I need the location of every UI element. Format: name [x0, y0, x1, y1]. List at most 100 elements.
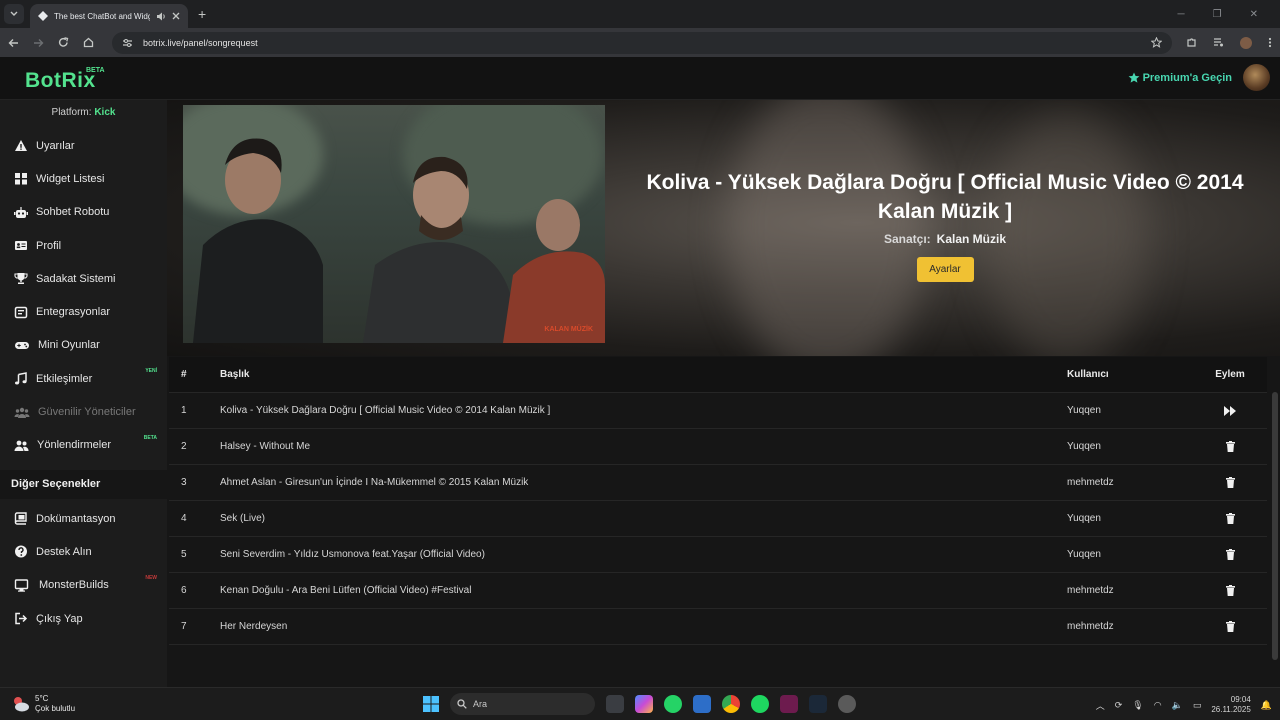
platform-label: Platform: [51, 107, 92, 118]
windows-start-icon[interactable] [423, 696, 439, 712]
artist-name: Kalan Müzik [936, 232, 1007, 246]
row-user: Yuqqen [1067, 441, 1101, 452]
weather-temp: 5°C [35, 694, 49, 703]
battery-icon[interactable]: ▭ [1193, 700, 1202, 711]
trash-icon[interactable] [1225, 513, 1235, 524]
forward-icon[interactable] [33, 38, 44, 48]
microphone-icon[interactable]: 🎙 [1132, 700, 1143, 711]
tab-search-button[interactable] [4, 4, 24, 24]
row-title: Seni Severdim - Yıldız Usmonova feat.Yaş… [220, 549, 485, 560]
app-icon[interactable] [780, 695, 798, 713]
sidebar-item-sohbet-robotu[interactable]: Sohbet Robotu [0, 196, 167, 229]
browser-tab[interactable]: The best ChatBot and Widg [30, 4, 188, 28]
taskbar-search[interactable]: Ara [450, 693, 595, 715]
task-view-icon[interactable] [606, 695, 624, 713]
bookmark-star-icon[interactable] [1151, 37, 1162, 48]
sidebar-item-label: MonsterBuilds [39, 579, 109, 592]
sidebar-item-label: Yönlendirmeler [37, 439, 111, 452]
weather-widget[interactable]: 5°C Çok bulutlu [12, 694, 75, 714]
restore-icon[interactable]: ❐ [1213, 9, 1222, 20]
user-avatar[interactable] [1243, 64, 1270, 91]
extensions-icon[interactable] [1186, 37, 1197, 48]
sidebar-item-destek-alin[interactable]: Destek Alın [0, 535, 167, 568]
artist-label: Sanatçı: [883, 232, 931, 246]
row-action [1193, 549, 1267, 560]
botrix-favicon-icon [38, 11, 48, 21]
now-playing-title: Koliva - Yüksek Dağlara Doğru [ Official… [646, 171, 1244, 223]
row-title: Koliva - Yüksek Dağlara Doğru [ Official… [220, 405, 551, 416]
trash-icon[interactable] [1225, 621, 1235, 632]
clock[interactable]: 09:04 26.11.2025 [1211, 695, 1250, 715]
kebab-menu-icon[interactable] [1268, 37, 1272, 48]
premium-link[interactable]: Premium'a Geçin [1128, 72, 1232, 84]
store-icon[interactable] [693, 695, 711, 713]
sidebar-item-sadakat-sistemi[interactable]: Sadakat Sistemi [0, 262, 167, 295]
sidebar-item-entegrasyonlar[interactable]: Entegrasyonlar [0, 295, 167, 328]
copilot-icon[interactable] [635, 695, 653, 713]
volume-icon[interactable]: 🔈 [1172, 700, 1183, 711]
table-row: 3 Ahmet Aslan - Giresun'un İçinde I Na-M… [169, 465, 1267, 501]
wifi-icon[interactable]: ◠ [1154, 700, 1162, 711]
row-number: 4 [181, 513, 187, 524]
row-user: mehmetdz [1067, 621, 1114, 632]
skip-icon[interactable] [1224, 405, 1236, 416]
sidebar-item-profil[interactable]: Profil [0, 229, 167, 262]
video-player[interactable]: KALAN MÜZİK [183, 105, 605, 343]
sidebar-item-guvenilir-yoneticiler: Güvenilir Yöneticiler [0, 395, 167, 428]
settings-button[interactable]: Ayarlar [916, 257, 974, 282]
sync-icon[interactable]: ⟳ [1115, 700, 1123, 711]
new-tab-button[interactable]: + [198, 6, 206, 22]
app-icon[interactable] [838, 695, 856, 713]
song-queue-table: # Başlık Kullanıcı Eylem 1 Koliva - Yüks… [169, 357, 1267, 645]
close-tab-icon[interactable] [172, 12, 180, 20]
sidebar-item-label: Uyarılar [36, 139, 75, 152]
profile-avatar[interactable] [1240, 36, 1252, 49]
trash-icon[interactable] [1225, 549, 1235, 560]
sidebar-item-label: Profil [36, 239, 62, 252]
video-person-left [193, 138, 323, 343]
row-user: mehmetdz [1067, 585, 1114, 596]
sidebar-item-uyarilar[interactable]: Uyarılar [0, 129, 167, 162]
media-control-icon[interactable] [1213, 37, 1224, 48]
window-controls: ─ ❐ ✕ [1178, 9, 1280, 20]
row-title: Kenan Doğulu - Ara Beni Lütfen (Official… [220, 585, 472, 596]
tray-chevron-icon[interactable]: ︿ [1096, 699, 1105, 712]
app-header: BotRix BETA Premium'a Geçin [0, 57, 1280, 100]
minimize-icon[interactable]: ─ [1178, 9, 1185, 20]
steam-icon[interactable] [809, 695, 827, 713]
spotify-icon[interactable] [751, 695, 769, 713]
row-number: 7 [181, 621, 187, 632]
back-icon[interactable] [8, 38, 19, 48]
sidebar-item-mini-oyunlar[interactable]: Mini Oyunlar [0, 329, 167, 362]
speaker-icon[interactable] [156, 12, 166, 21]
table-row: 5 Seni Severdim - Yıldız Usmonova feat.Y… [169, 537, 1267, 573]
site-settings-icon[interactable] [122, 38, 133, 48]
home-icon[interactable] [83, 37, 94, 48]
user-group-icon [14, 440, 29, 451]
cloudy-weather-icon [14, 697, 29, 712]
sidebar-item-yonlendirmeler[interactable]: Yönlendirmeler BETA [0, 429, 167, 462]
video-watermark-logo: KALAN MÜZİK [544, 326, 593, 333]
trash-icon[interactable] [1225, 585, 1235, 596]
platform-value: Kick [94, 107, 116, 118]
sidebar-item-monsterbuilds[interactable]: MonsterBuilds NEW [0, 569, 167, 602]
notification-icon[interactable]: 🔔 [1261, 700, 1272, 711]
sidebar-item-dokumantasyon[interactable]: Dokümantasyon [0, 502, 167, 535]
window-close-icon[interactable]: ✕ [1250, 9, 1258, 20]
browser-tabbar: The best ChatBot and Widg + ─ ❐ ✕ [0, 0, 1280, 28]
trash-icon[interactable] [1225, 477, 1235, 488]
row-number: 2 [181, 441, 187, 452]
chrome-icon[interactable] [722, 695, 740, 713]
address-bar[interactable]: botrix.live/panel/songrequest [112, 31, 1172, 54]
whatsapp-icon[interactable] [664, 695, 682, 713]
reload-icon[interactable] [58, 37, 69, 48]
sidebar-item-etkilesimler[interactable]: Etkileşimler YENİ [0, 362, 167, 395]
windows-taskbar: 5°C Çok bulutlu Ara ︿ ⟳ 🎙 ◠ 🔈 ▭ 09:04 26… [0, 687, 1280, 720]
sidebar-item-cikis-yap[interactable]: Çıkış Yap [0, 602, 167, 635]
video-person-center [363, 156, 513, 343]
row-action [1193, 405, 1267, 416]
trash-icon[interactable] [1225, 441, 1235, 452]
browser-toolbar: botrix.live/panel/songrequest [0, 28, 1280, 57]
table-scrollbar[interactable] [1272, 392, 1278, 660]
sidebar-item-widget-listesi[interactable]: Widget Listesi [0, 162, 167, 195]
